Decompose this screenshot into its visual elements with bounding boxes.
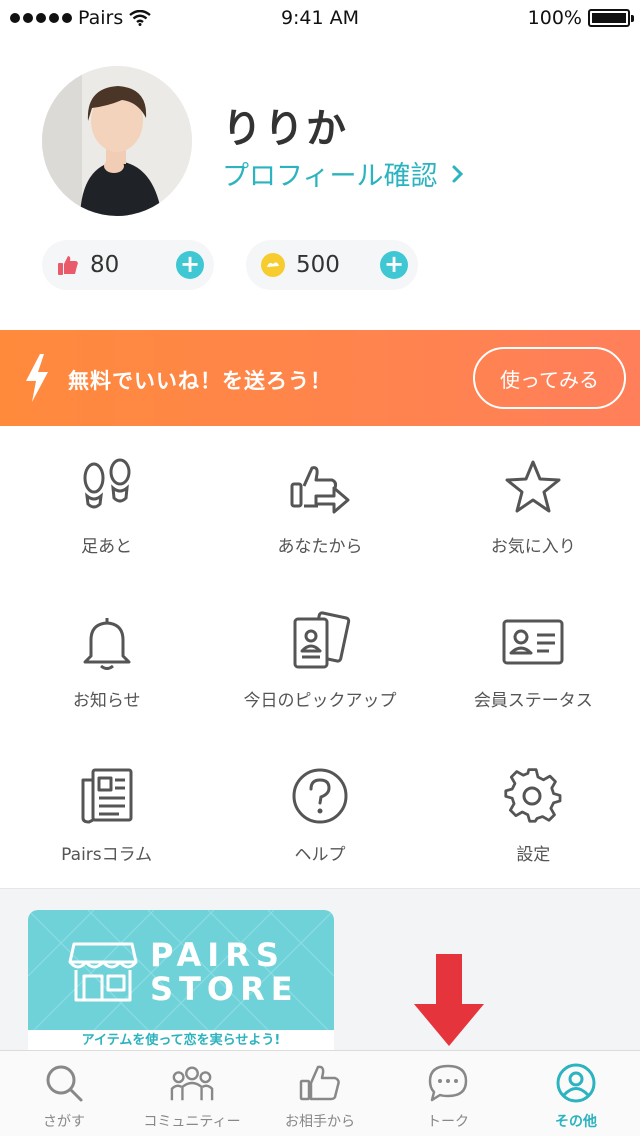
menu-item-footprints[interactable]: 足あと	[0, 426, 213, 580]
tab-label: コミュニティー	[143, 1114, 241, 1130]
menu-label: Pairsコラム	[61, 845, 153, 865]
red-down-arrow-icon	[414, 954, 484, 1046]
menu-label: お気に入り	[490, 537, 576, 557]
store-subtitle: アイテムを使って恋を実らせよう!	[28, 1030, 334, 1050]
menu-item-member-status[interactable]: 会員ステータス	[427, 580, 640, 734]
thumbs-up-send-icon	[288, 456, 352, 520]
menu-label: 今日のピックアップ	[243, 691, 397, 711]
feature-grid: 足あと あなたから お気に入り お知らせ 今日のピックアップ 会員ステータス P…	[0, 426, 640, 888]
help-icon	[288, 764, 352, 828]
avatar[interactable]	[42, 66, 192, 216]
tab-label: さがす	[43, 1114, 85, 1130]
signal-dots-icon	[10, 13, 72, 23]
thumbs-up-icon	[298, 1061, 342, 1105]
menu-label: お知らせ	[72, 691, 141, 711]
store-icon	[68, 942, 138, 1002]
promo-text: 無料でいいね！を送ろう！	[68, 369, 332, 393]
bell-icon	[75, 610, 139, 674]
menu-item-notifications[interactable]: お知らせ	[0, 580, 213, 734]
coin-icon	[261, 253, 285, 277]
add-coins-button[interactable]: +	[380, 251, 408, 279]
like-thumb-icon	[58, 256, 78, 275]
community-icon	[170, 1061, 214, 1105]
newspaper-icon	[75, 764, 139, 828]
status-right: 100%	[527, 7, 634, 29]
carrier-label: Pairs	[78, 7, 124, 29]
profile-confirm-link[interactable]: プロフィール確認	[222, 154, 465, 193]
tab-label: その他	[555, 1114, 597, 1130]
try-it-button[interactable]: 使ってみる	[473, 347, 626, 409]
gear-icon	[501, 764, 565, 828]
status-bar: Pairs 9:41 AM 100%	[0, 0, 640, 36]
menu-item-settings[interactable]: 設定	[427, 734, 640, 888]
search-icon	[42, 1061, 86, 1105]
menu-label: あなたから	[277, 537, 363, 557]
tab-bar: さがす コミュニティー お相手から トーク その他	[0, 1050, 640, 1136]
add-likes-button[interactable]: +	[176, 251, 204, 279]
profile-link-label: プロフィール確認	[222, 161, 438, 192]
coins-counter: 500 +	[246, 240, 418, 290]
menu-item-help[interactable]: ヘルプ	[213, 734, 426, 888]
likes-count: 80	[90, 252, 120, 278]
likes-counter: 80 +	[42, 240, 214, 290]
chevron-right-icon	[452, 165, 464, 182]
menu-label: 設定	[516, 845, 551, 865]
wifi-icon	[129, 10, 151, 26]
tab-community[interactable]: コミュニティー	[128, 1051, 256, 1136]
pairs-store-banner[interactable]: PAIRS STORE アイテムを使って恋を実らせよう!	[28, 910, 334, 1050]
store-title-line2: STORE	[150, 970, 299, 1008]
star-icon	[501, 456, 565, 520]
tab-label: お相手から	[285, 1114, 355, 1130]
tab-talk[interactable]: トーク	[384, 1051, 512, 1136]
chat-icon	[426, 1061, 470, 1105]
tab-label: トーク	[427, 1114, 469, 1130]
menu-item-pairs-column[interactable]: Pairsコラム	[0, 734, 213, 888]
battery-percent: 100%	[527, 7, 582, 29]
coins-count: 500	[296, 252, 340, 278]
store-title-line1: PAIRS	[150, 936, 285, 974]
menu-item-todays-pickup[interactable]: 今日のピックアップ	[213, 580, 426, 734]
avatar-photo	[42, 66, 192, 216]
free-like-banner: 無料でいいね！を送ろう！ 使ってみる	[0, 330, 640, 426]
menu-label: 会員ステータス	[473, 691, 593, 711]
tab-other[interactable]: その他	[512, 1051, 640, 1136]
footprints-icon	[75, 456, 139, 520]
user-name: りりか	[222, 106, 348, 152]
menu-item-favorites[interactable]: お気に入り	[427, 426, 640, 580]
status-left: Pairs	[10, 7, 151, 29]
tab-search[interactable]: さがす	[0, 1051, 128, 1136]
menu-label: ヘルプ	[294, 845, 346, 865]
user-icon	[554, 1061, 598, 1105]
battery-icon	[588, 9, 634, 27]
tab-from-partner[interactable]: お相手から	[256, 1051, 384, 1136]
lightning-icon	[26, 354, 48, 402]
menu-item-from-you[interactable]: あなたから	[213, 426, 426, 580]
menu-label: 足あと	[81, 537, 133, 557]
id-card-icon	[501, 610, 565, 674]
pickup-cards-icon	[288, 610, 352, 674]
store-title: PAIRS STORE	[150, 938, 299, 1006]
